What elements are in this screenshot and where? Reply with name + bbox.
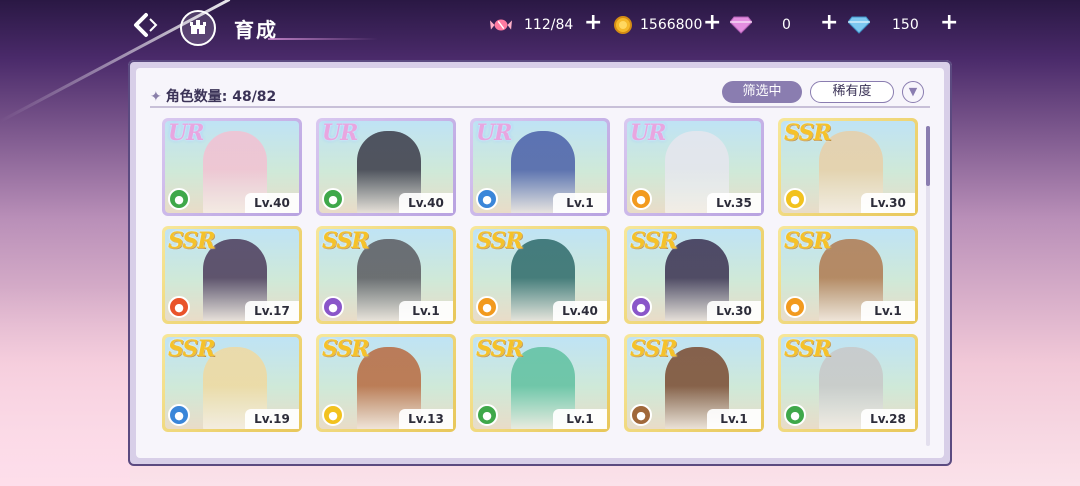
level-label: Lv.35: [707, 193, 761, 213]
rarity-badge: SSR: [168, 336, 216, 362]
scrollbar[interactable]: [926, 126, 930, 446]
attribute-icon: ●: [630, 404, 652, 426]
title-decoration: [268, 38, 378, 40]
top-bar: 育成 112/84 + 1566800 + 0 + 150 +: [0, 0, 1080, 56]
rarity-badge: SSR: [476, 336, 524, 362]
level-label: Lv.1: [707, 409, 761, 429]
character-card[interactable]: SSR ● Lv.1: [624, 334, 764, 432]
level-label: Lv.19: [245, 409, 299, 429]
level-label: Lv.40: [399, 193, 453, 213]
background-castle: [0, 286, 130, 486]
character-card[interactable]: SSR ● Lv.30: [778, 118, 918, 216]
attribute-icon: ●: [784, 188, 806, 210]
chevron-down-icon: ▼: [908, 85, 918, 98]
scrollbar-thumb[interactable]: [926, 126, 930, 186]
level-label: Lv.40: [245, 193, 299, 213]
character-grid: UR ● Lv.40 UR ● Lv.40 UR ● Lv.1 UR ● Lv.35 SSR ● Lv.30…: [162, 118, 922, 460]
level-label: Lv.30: [707, 301, 761, 321]
add-candy-button[interactable]: +: [584, 12, 602, 34]
attribute-icon: ●: [322, 188, 344, 210]
character-card[interactable]: UR ● Lv.35: [624, 118, 764, 216]
rarity-badge: SSR: [322, 228, 370, 254]
sort-rarity-button[interactable]: 稀有度: [810, 81, 894, 103]
castle-icon: [188, 17, 208, 39]
attribute-icon: ●: [476, 296, 498, 318]
gold-resource: 1566800: [612, 14, 702, 36]
filter-button[interactable]: 筛选中: [722, 81, 802, 103]
blue-diamond-icon: [848, 14, 870, 36]
attribute-icon: ●: [322, 404, 344, 426]
character-card[interactable]: SSR ● Lv.19: [162, 334, 302, 432]
attribute-icon: ●: [630, 296, 652, 318]
level-label: Lv.17: [245, 301, 299, 321]
level-label: Lv.28: [861, 409, 915, 429]
rarity-badge: UR: [630, 120, 666, 146]
attribute-icon: ●: [476, 188, 498, 210]
sparkle-icon: ✦: [150, 89, 162, 105]
pink-gem-value: 0: [782, 17, 791, 33]
level-label: Lv.1: [553, 409, 607, 429]
level-label: Lv.30: [861, 193, 915, 213]
level-label: Lv.40: [553, 301, 607, 321]
rarity-badge: UR: [476, 120, 512, 146]
blue-gem-value: 150: [892, 17, 919, 33]
rarity-badge: SSR: [630, 228, 678, 254]
add-pink-gem-button[interactable]: +: [820, 12, 838, 34]
level-label: Lv.1: [861, 301, 915, 321]
rarity-badge: UR: [322, 120, 358, 146]
panel-header: ✦ 角色数量: 48/82 筛选中 稀有度 ▼: [150, 80, 930, 108]
rarity-badge: SSR: [784, 336, 832, 362]
character-card[interactable]: UR ● Lv.40: [316, 118, 456, 216]
attribute-icon: ●: [168, 188, 190, 210]
pink-gem-resource: 0: [730, 14, 791, 36]
attribute-icon: ●: [168, 296, 190, 318]
character-card[interactable]: SSR ● Lv.13: [316, 334, 456, 432]
panel-body: ✦ 角色数量: 48/82 筛选中 稀有度 ▼ UR ● Lv.40 UR ● Lv.40 U…: [136, 68, 944, 458]
blue-gem-resource: 150: [848, 14, 919, 36]
rarity-badge: SSR: [322, 336, 370, 362]
attribute-icon: ●: [168, 404, 190, 426]
gold-value: 1566800: [640, 17, 703, 33]
attribute-icon: ●: [476, 404, 498, 426]
pink-diamond-icon: [730, 14, 752, 36]
character-card[interactable]: SSR ● Lv.40: [470, 226, 610, 324]
rarity-badge: SSR: [168, 228, 216, 254]
character-card[interactable]: SSR ● Lv.1: [778, 226, 918, 324]
character-card[interactable]: SSR ● Lv.1: [316, 226, 456, 324]
rarity-badge: SSR: [784, 228, 832, 254]
candy-value: 112/84: [524, 17, 574, 33]
character-card[interactable]: UR ● Lv.40: [162, 118, 302, 216]
character-count: ✦ 角色数量: 48/82: [150, 86, 276, 106]
character-card[interactable]: SSR ● Lv.17: [162, 226, 302, 324]
rarity-badge: UR: [168, 120, 204, 146]
home-button[interactable]: [180, 10, 216, 46]
attribute-icon: ●: [630, 188, 652, 210]
character-count-text: 角色数量: 48/82: [165, 89, 277, 105]
candy-icon: [490, 14, 512, 36]
coin-icon: [612, 14, 634, 36]
level-label: Lv.13: [399, 409, 453, 429]
attribute-icon: ●: [322, 296, 344, 318]
attribute-icon: ●: [784, 296, 806, 318]
rarity-badge: SSR: [630, 336, 678, 362]
rarity-badge: SSR: [476, 228, 524, 254]
sort-direction-button[interactable]: ▼: [902, 81, 924, 103]
rarity-badge: SSR: [784, 120, 832, 146]
add-blue-gem-button[interactable]: +: [940, 12, 958, 34]
character-panel: ✦ 角色数量: 48/82 筛选中 稀有度 ▼ UR ● Lv.40 UR ● Lv.40 U…: [128, 60, 952, 466]
level-label: Lv.1: [399, 301, 453, 321]
character-card[interactable]: SSR ● Lv.30: [624, 226, 764, 324]
character-card[interactable]: SSR ● Lv.1: [470, 334, 610, 432]
level-label: Lv.1: [553, 193, 607, 213]
character-card[interactable]: UR ● Lv.1: [470, 118, 610, 216]
back-button[interactable]: [126, 10, 164, 46]
attribute-icon: ●: [784, 404, 806, 426]
add-gold-button[interactable]: +: [703, 12, 721, 34]
character-card[interactable]: SSR ● Lv.28: [778, 334, 918, 432]
candy-resource: 112/84: [490, 14, 573, 36]
back-arrow-icon: [130, 11, 160, 46]
